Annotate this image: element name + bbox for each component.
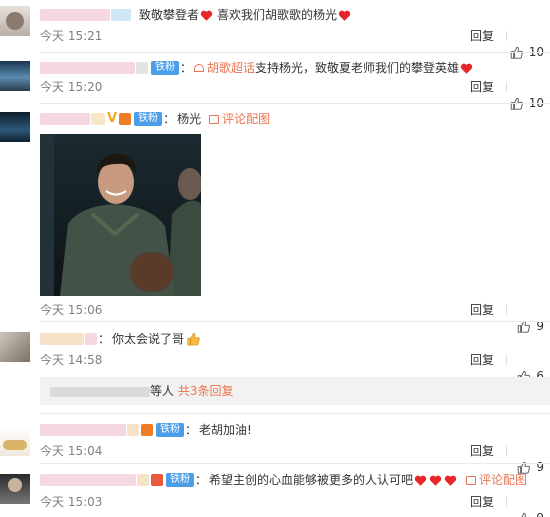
reply-button[interactable]: 回复 <box>470 302 494 318</box>
heart-icon <box>338 10 351 21</box>
comment-text: 支持杨光，致敬夏老师我们的攀登英雄 <box>255 61 460 75</box>
sub-reply-suffix: 等人 <box>150 384 175 398</box>
fan-badge: 铁粉 <box>151 61 179 75</box>
divider <box>506 446 507 456</box>
thumbs-up-emoji-icon <box>187 333 200 346</box>
username[interactable] <box>40 424 126 436</box>
avatar[interactable] <box>0 6 30 36</box>
comment-image-label: 评论配图 <box>222 112 271 126</box>
divider <box>40 413 550 414</box>
comment-item: ： 你太会说了哥 今天 14:58 回复 6 等人 共3条回复 <box>0 326 550 416</box>
comment-image-label: 评论配图 <box>479 473 528 487</box>
crown-icon <box>151 474 163 486</box>
fan-badge: 铁粉 <box>156 423 184 437</box>
verified-icon: V <box>107 111 118 126</box>
avatar[interactable] <box>0 61 30 91</box>
comment-image-link[interactable]: 评论配图 <box>466 471 527 489</box>
avatar[interactable] <box>0 474 30 504</box>
comment-text: 老胡加油! <box>199 423 252 437</box>
topic-icon <box>194 64 205 72</box>
divider <box>40 321 550 322</box>
fan-badge: 铁粉 <box>134 112 163 126</box>
comment-time: 今天 14:58 <box>40 353 103 367</box>
divider <box>40 463 550 464</box>
comment-text: 致敬攀登者 <box>139 8 200 22</box>
comment-time: 今天 15:21 <box>40 29 103 43</box>
photo-image <box>40 134 201 296</box>
heart-icon <box>460 63 473 74</box>
comment-text: 希望主创的心血能够被更多的人认可吧 <box>209 473 414 487</box>
comment-item: 铁粉 ： 老胡加油! 今天 15:04 回复 9 <box>0 418 550 474</box>
crown-icon <box>141 424 153 436</box>
colon: ： <box>185 423 198 437</box>
username[interactable] <box>127 424 139 436</box>
username[interactable] <box>91 113 105 125</box>
sub-replies-box[interactable]: 等人 共3条回复 <box>40 377 550 405</box>
heart-icon <box>200 10 213 21</box>
comment-time: 今天 15:03 <box>40 495 103 509</box>
comment-text: 杨光 <box>177 112 202 126</box>
colon: ： <box>98 332 111 346</box>
comment-item: 铁粉 ： 希望主创的心血能够被更多的人认可吧 评论配图 今天 15:03 回复 … <box>0 468 550 517</box>
username[interactable] <box>111 9 131 21</box>
comment-image-link[interactable]: 评论配图 <box>209 110 270 128</box>
divider <box>40 52 550 53</box>
username[interactable] <box>40 333 84 345</box>
colon: ： <box>180 61 193 75</box>
divider <box>506 82 507 92</box>
avatar[interactable] <box>0 426 30 456</box>
crown-icon <box>119 113 132 125</box>
reply-button[interactable]: 回复 <box>470 79 494 95</box>
username[interactable] <box>137 474 149 486</box>
divider <box>506 31 507 41</box>
image-icon <box>466 476 477 485</box>
reply-button[interactable]: 回复 <box>470 352 494 368</box>
username[interactable] <box>40 113 90 125</box>
view-more-replies-link[interactable]: 共3条回复 <box>178 384 234 398</box>
like-button[interactable]: 9 <box>517 510 544 517</box>
avatar[interactable] <box>0 112 30 142</box>
reply-button[interactable]: 回复 <box>470 494 494 510</box>
reply-button[interactable]: 回复 <box>470 443 494 459</box>
divider <box>506 497 507 507</box>
heart-icon <box>414 475 427 486</box>
comment-text: 喜欢我们胡歌歌的杨光 <box>217 8 338 22</box>
image-icon <box>209 115 220 124</box>
username[interactable] <box>136 62 148 74</box>
topic-link[interactable]: 胡歌超话 <box>207 59 255 77</box>
comment-item: 致敬攀登者 喜欢我们胡歌歌的杨光 今天 15:21 回复 10 <box>0 0 550 59</box>
username[interactable] <box>40 62 135 74</box>
username[interactable] <box>85 333 97 345</box>
like-count: 9 <box>536 510 544 517</box>
comment-photo[interactable] <box>40 134 201 296</box>
comment-item: 铁粉 ： 胡歌超话 支持杨光，致敬夏老师我们的攀登英雄 今天 15:20 回复 … <box>0 57 550 110</box>
comment-text: 你太会说了哥 <box>112 332 185 346</box>
username[interactable] <box>40 474 136 486</box>
comment-time: 今天 15:04 <box>40 444 103 458</box>
thumbs-up-icon <box>518 512 531 517</box>
comment-time: 今天 15:06 <box>40 303 103 317</box>
heart-icon <box>429 475 442 486</box>
comment-item: V 铁粉 ： 杨光 评论配图 今天 15:06 回复 9 <box>0 108 550 333</box>
fan-badge: 铁粉 <box>166 473 194 487</box>
avatar[interactable] <box>0 332 30 362</box>
heart-icon <box>444 475 457 486</box>
divider <box>40 103 550 104</box>
divider <box>506 305 507 315</box>
divider <box>506 355 507 365</box>
username[interactable] <box>40 9 110 21</box>
colon: ： <box>195 473 208 487</box>
comment-time: 今天 15:20 <box>40 80 103 94</box>
colon: ： <box>163 112 176 126</box>
reply-button[interactable]: 回复 <box>470 28 494 44</box>
sub-reply-usernames <box>50 386 150 397</box>
